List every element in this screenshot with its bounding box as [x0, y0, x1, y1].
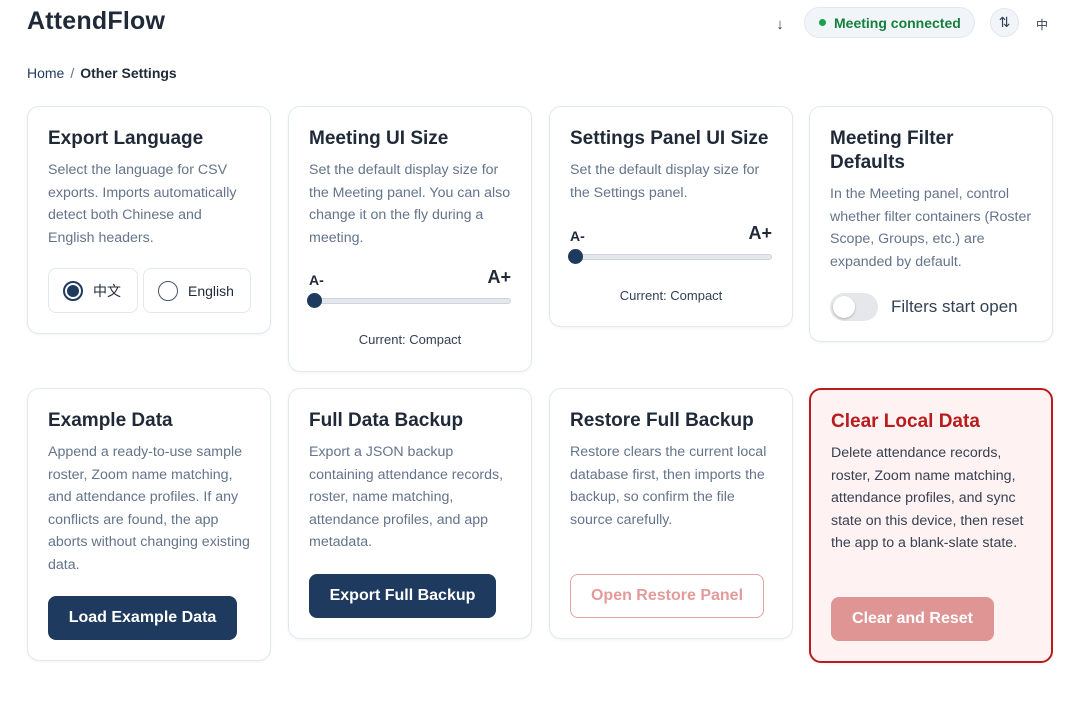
card-title: Example Data: [48, 410, 173, 431]
export-language-card: Export Language Select the language for …: [27, 106, 271, 334]
breadcrumb-home[interactable]: Home: [27, 65, 64, 81]
size-small-label: A-: [309, 272, 324, 288]
toggle-label: Filters start open: [891, 297, 1018, 316]
meeting-ui-size-card: Meeting UI Size Set the default display …: [288, 106, 532, 372]
card-title: Meeting Filter Defaults: [830, 128, 954, 173]
size-large-label: A+: [487, 267, 511, 287]
size-labels: A- A+: [570, 223, 772, 244]
load-example-data-button[interactable]: Load Example Data: [48, 596, 237, 640]
slider-thumb[interactable]: [568, 249, 583, 264]
card-title: Restore Full Backup: [570, 410, 754, 431]
card-description: Select the language for CSV exports. Imp…: [48, 162, 237, 246]
card-description: Set the default display size for the Set…: [570, 162, 760, 201]
breadcrumb-current: Other Settings: [80, 65, 177, 81]
toggle-knob: [833, 296, 855, 318]
radio-option-chinese[interactable]: 中文: [48, 268, 138, 313]
radio-checked-icon[interactable]: [63, 280, 83, 301]
sort-icon[interactable]: ⇅: [990, 8, 1019, 37]
card-description: Append a ready-to-use sample roster, Zoo…: [48, 444, 250, 573]
card-description: Set the default display size for the Mee…: [309, 162, 511, 246]
app-title: AttendFlow: [27, 7, 166, 35]
status-text: Meeting connected: [834, 14, 961, 31]
breadcrumb: Home / Other Settings: [27, 65, 177, 81]
full-backup-card: Full Data Backup Export a JSON backup co…: [288, 388, 532, 639]
app-header: AttendFlow ↓ Meeting connected ⇅ 中: [0, 0, 1088, 50]
card-title: Clear Local Data: [831, 411, 980, 432]
clear-local-data-card: Clear Local Data Delete attendance recor…: [809, 388, 1053, 663]
card-description: Export a JSON backup containing attendan…: [309, 444, 504, 550]
card-description: In the Meeting panel, control whether fi…: [830, 186, 1032, 270]
example-data-card: Example Data Append a ready-to-use sampl…: [27, 388, 271, 661]
filter-toggle-row: Filters start open: [830, 293, 1018, 321]
export-full-backup-button[interactable]: Export Full Backup: [309, 574, 496, 618]
current-size-text: Current: Compact: [358, 332, 462, 347]
radio-label: 中文: [93, 282, 121, 299]
language-radio-group: 中文 English: [48, 268, 251, 313]
size-small-label: A-: [570, 228, 585, 244]
size-labels: A- A+: [309, 267, 511, 288]
meeting-filter-card: Meeting Filter Defaults In the Meeting p…: [809, 106, 1053, 342]
clear-and-reset-button[interactable]: Clear and Reset: [831, 597, 994, 641]
radio-label: English: [188, 282, 234, 299]
breadcrumb-separator: /: [70, 65, 75, 81]
card-title: Meeting UI Size: [309, 128, 449, 149]
filters-open-toggle[interactable]: [830, 293, 878, 321]
card-title: Settings Panel UI Size: [570, 128, 769, 149]
radio-unchecked-icon[interactable]: [158, 280, 178, 301]
current-size-text: Current: Compact: [619, 288, 723, 303]
status-dot-icon: [819, 19, 826, 26]
card-description: Delete attendance records, roster, Zoom …: [831, 445, 1024, 551]
size-large-label: A+: [748, 223, 772, 243]
settings-ui-size-card: Settings Panel UI Size Set the default d…: [549, 106, 793, 327]
restore-backup-card: Restore Full Backup Restore clears the c…: [549, 388, 793, 639]
card-title: Export Language: [48, 128, 204, 149]
open-restore-panel-button[interactable]: Open Restore Panel: [570, 574, 764, 618]
settings-size-slider[interactable]: [568, 249, 772, 264]
meeting-size-slider[interactable]: [307, 293, 511, 308]
language-toggle-button[interactable]: 中: [1028, 10, 1056, 38]
card-description: Restore clears the current local databas…: [570, 444, 767, 528]
radio-option-english[interactable]: English: [143, 268, 251, 313]
slider-thumb[interactable]: [307, 293, 322, 308]
meeting-status-badge[interactable]: Meeting connected: [804, 7, 975, 38]
download-icon[interactable]: ↓: [766, 10, 794, 38]
card-title: Full Data Backup: [309, 410, 464, 431]
